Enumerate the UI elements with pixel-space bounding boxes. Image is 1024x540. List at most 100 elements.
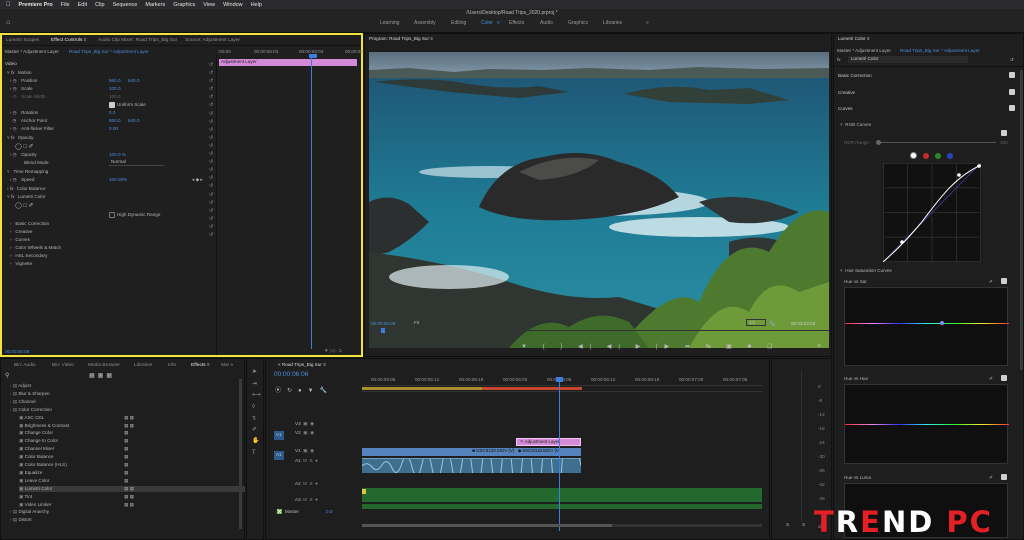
lumetri-curves[interactable]: Curves: [838, 106, 853, 111]
hue-vs-sat-checkbox[interactable]: [1001, 278, 1007, 284]
blend-mode-dropdown[interactable]: Normal: [109, 159, 164, 166]
workspace-assembly[interactable]: Assembly: [414, 20, 436, 26]
lumetri-effect-dropdown[interactable]: Lumetri Color: [848, 56, 968, 63]
workspace-graphics[interactable]: Graphics: [568, 20, 588, 26]
effects-scrollbar[interactable]: [239, 379, 242, 529]
keyframe-nav[interactable]: ◂ ◆ ▸: [192, 177, 203, 183]
menu-file[interactable]: File: [61, 2, 70, 8]
resolution-dropdown[interactable]: 1/2: [746, 319, 766, 326]
track-header-v3[interactable]: V3 ▣ ◉: [295, 421, 314, 427]
reset-icon[interactable]: ↺ ↺ ↺ ↺ ↺ ↺ ↺ ↺ ↺ ↺ ↺ ↺ ↺ ↺ ↺ ↺ ↺ ↺ ↺ ↺ ↺ ↺: [209, 61, 213, 239]
rotation-value[interactable]: 0.0: [109, 110, 115, 115]
effect-item[interactable]: ▣ Color Balance (HLS) ▦: [19, 462, 128, 468]
workspace-effects[interactable]: Effects: [509, 20, 524, 26]
hue-vs-hue-eyedropper[interactable]: ✐: [989, 376, 993, 382]
effect-item[interactable]: › ▤ Blur & Sharpen: [10, 391, 50, 397]
track-header-v2[interactable]: V2 ▣ ◉: [295, 430, 314, 436]
program-timecode[interactable]: 00:00:06:06: [371, 321, 395, 326]
ec-color-wheels[interactable]: › Color Wheels & Match: [10, 245, 61, 250]
audio-clip-a3[interactable]: [362, 504, 762, 509]
effect-item[interactable]: › ▤ Adjust: [10, 383, 31, 389]
master-track[interactable]: ❎ Master: [274, 509, 299, 515]
ec-hsl-secondary[interactable]: › HSL Secondary: [10, 253, 47, 258]
lumetri-basic-correction[interactable]: Basic Correction: [838, 73, 872, 78]
menu-graphics[interactable]: Graphics: [173, 2, 195, 8]
effect-item[interactable]: › ▤ Color Correction: [10, 407, 52, 413]
timeline-tab[interactable]: × Road Trips_Big Sur ≡: [278, 362, 326, 367]
track-toggle-icons[interactable]: M S ●: [301, 497, 318, 502]
sequence-clip-label[interactable]: Road Trips_Big Sur * Adjustment Layer: [69, 49, 149, 54]
opacity-value[interactable]: 100.0 %: [109, 152, 126, 157]
effect-item[interactable]: › ▤ Distort: [10, 517, 32, 523]
curve-green-channel[interactable]: [935, 153, 941, 159]
add-button-icon[interactable]: +: [817, 343, 821, 350]
workspace-color[interactable]: Color: [481, 20, 493, 26]
hue-vs-luma-eyedropper[interactable]: ✐: [989, 475, 993, 481]
speed-row[interactable]: › ◷ Speed: [10, 177, 34, 183]
tool-icons[interactable]: ➤ ⇥ ⟷ ◊ ⦪ ✐ ✋ T: [252, 367, 261, 459]
timeline-playhead[interactable]: [559, 381, 560, 531]
workspace-menu-icon[interactable]: ≡: [497, 20, 500, 26]
effect-item[interactable]: ▣ Brightness & Contrast ▦ ▦: [19, 423, 134, 429]
effect-item[interactable]: › ▤ Digital Anarchy: [10, 509, 49, 515]
effect-item[interactable]: › ▤ Channel: [10, 399, 36, 405]
menu-window[interactable]: Window: [223, 2, 243, 8]
speed-value[interactable]: 100.00%: [109, 177, 127, 182]
scale-row[interactable]: › ◷ Scale: [10, 86, 33, 92]
meter-solo-left[interactable]: S: [786, 522, 789, 527]
creative-checkbox[interactable]: [1009, 89, 1015, 95]
hue-vs-luma-checkbox[interactable]: [1001, 474, 1007, 480]
anchor-x[interactable]: 960.0: [109, 118, 121, 123]
track-toggle-icons[interactable]: M S ●: [301, 481, 318, 486]
track-header-a1[interactable]: A1 M S ●: [295, 458, 318, 463]
ec-creative[interactable]: › Creative: [10, 229, 32, 234]
lumetri-row[interactable]: ˅ fx Lumetri Color: [7, 194, 45, 199]
ec-timecode[interactable]: 00:00:06:06: [5, 349, 29, 354]
fit-dropdown[interactable]: Fit: [411, 319, 437, 326]
workspace-learning[interactable]: Learning: [380, 20, 399, 26]
lumetri-seq[interactable]: Road Trips_Big Sur * Adjustment Layer: [900, 48, 980, 53]
curve-red-channel[interactable]: [923, 153, 929, 159]
v1-source-patch[interactable]: V1: [274, 431, 284, 440]
opacity-value-row[interactable]: › ◷ Opacity: [10, 152, 37, 158]
a1-source-patch[interactable]: A1: [274, 451, 284, 460]
effect-item[interactable]: ▣ Channel Mixer ▦: [19, 446, 128, 452]
track-header-v1[interactable]: V1 ▣ ◉: [295, 448, 314, 454]
menu-edit[interactable]: Edit: [78, 2, 87, 8]
position-x[interactable]: 960.0: [109, 78, 121, 83]
hue-vs-sat-eyedropper[interactable]: ✐: [989, 279, 993, 285]
hue-sat-header[interactable]: ˅ Hue Saturation Curves: [840, 268, 892, 273]
ec-basic-correction[interactable]: › Basic Correction: [10, 221, 49, 226]
hdr-range-slider[interactable]: [876, 142, 996, 143]
opacity-row[interactable]: ˅ fx Opacity: [7, 135, 33, 140]
audio-clip-a1[interactable]: [361, 428, 582, 501]
transport-controls[interactable]: ▼ { } ◀| ◀| ▶ |▶ ➡ ↹ ▣ ■ ❏: [521, 343, 779, 350]
workspace-audio[interactable]: Audio: [540, 20, 553, 26]
master-value[interactable]: 0.0: [326, 509, 332, 514]
timeline-timecode[interactable]: 00:00:06:06: [274, 371, 308, 378]
workspace-editing[interactable]: Editing: [451, 20, 466, 26]
hue-vs-sat-graph[interactable]: [844, 287, 1009, 366]
meter-solo-right[interactable]: S: [802, 522, 805, 527]
hue-vs-hue-graph[interactable]: [844, 384, 1009, 464]
effect-item[interactable]: ▣ Video Limiter ▦ ▦: [19, 502, 134, 508]
timeline-tools[interactable]: ⦿↻●▼🔧: [275, 385, 333, 394]
ec-curves[interactable]: › Curves: [10, 237, 30, 242]
menu-sequence[interactable]: Sequence: [113, 2, 138, 8]
effect-item[interactable]: ▣ Equalize ▦: [19, 470, 128, 476]
anchor-row[interactable]: ◷ Anchor Point: [10, 118, 48, 124]
program-video-frame[interactable]: [369, 52, 829, 348]
menu-clip[interactable]: Clip: [95, 2, 104, 8]
uniform-scale-checkbox[interactable]: [109, 102, 115, 108]
track-toggle-icons[interactable]: ▣ ◉: [301, 430, 314, 435]
home-icon[interactable]: ⌂: [6, 19, 10, 26]
effects-search-icon[interactable]: ⚲: [5, 372, 9, 379]
motion-row[interactable]: ˅ fx Motion: [7, 70, 32, 75]
rotation-row[interactable]: › ◷ Rotation: [10, 110, 38, 116]
track-header-a3[interactable]: A3 M S ●: [295, 497, 318, 502]
color-balance-row[interactable]: › fx Color Balance: [7, 186, 46, 191]
rgb-curve-graph[interactable]: [883, 163, 981, 262]
adjustment-layer-timeline-clip[interactable]: ✑ Adjustment Layer: [516, 438, 581, 446]
menu-help[interactable]: Help: [251, 2, 262, 8]
position-y[interactable]: 540.0: [128, 78, 140, 83]
